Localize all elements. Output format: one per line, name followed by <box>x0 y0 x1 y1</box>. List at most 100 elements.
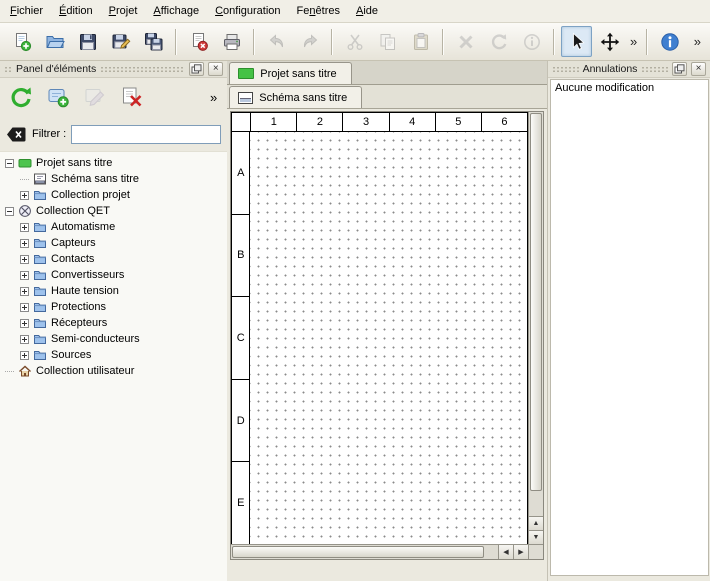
selection-mode-button[interactable] <box>561 26 592 57</box>
conductor-info-button <box>516 26 547 57</box>
expander-plus[interactable] <box>20 271 29 280</box>
toolbar-separator <box>442 29 444 55</box>
tree-item-protections[interactable]: Protections <box>0 299 227 315</box>
diagram-tabbar: Schéma sans titre <box>227 85 547 109</box>
close-panel-button[interactable]: × <box>208 62 223 76</box>
expander-plus[interactable] <box>20 351 29 360</box>
tree-item-convertisseurs[interactable]: Convertisseurs <box>0 267 227 283</box>
schematic-canvas[interactable] <box>250 132 528 544</box>
expander-plus[interactable] <box>20 255 29 264</box>
tab-schema-sans-titre[interactable]: Schéma sans titre <box>229 86 362 108</box>
tree-item-capteurs[interactable]: Capteurs <box>0 235 227 251</box>
open-project-button[interactable] <box>39 26 70 57</box>
horizontal-scroll-track[interactable] <box>232 546 497 558</box>
save-as-button[interactable] <box>105 26 136 57</box>
expander-minus[interactable] <box>5 159 14 168</box>
filter-row: Filtrer : <box>0 122 227 146</box>
ruler-column-5: 5 <box>435 113 481 131</box>
tree-item-label: Collection QET <box>36 205 110 217</box>
menu-configuration[interactable]: Configuration <box>207 0 288 22</box>
delete-element-button[interactable] <box>118 84 145 111</box>
vertical-scrollbar-thumb[interactable] <box>530 113 542 491</box>
info-blue-icon <box>660 32 680 52</box>
menu-edition[interactable]: Édition <box>51 0 101 22</box>
diagram-view[interactable]: 123456 ▲ ▼ ABCDE ◀ ▶ <box>230 111 544 560</box>
clear-filter-button[interactable] <box>6 126 27 143</box>
tree-item-label: Protections <box>51 301 106 313</box>
folder-icon <box>33 316 47 330</box>
close-file-button[interactable] <box>183 26 214 57</box>
expander-plus[interactable] <box>20 287 29 296</box>
close-undo-panel-button[interactable]: × <box>691 62 706 76</box>
main-toolbar: »» <box>0 23 710 61</box>
expander-plus[interactable] <box>20 319 29 328</box>
copy-icon <box>378 32 398 52</box>
top-ruler: 123456 <box>250 112 528 132</box>
expander-plus[interactable] <box>20 239 29 248</box>
tree-item-collection-qet[interactable]: Collection QET <box>0 203 227 219</box>
ruler-row-e: E <box>232 462 250 544</box>
menu-affichage[interactable]: Affichage <box>145 0 207 22</box>
float-undo-panel-button[interactable] <box>672 62 687 76</box>
scroll-up-button[interactable]: ▲ <box>529 516 543 530</box>
scroll-down-button[interactable]: ▼ <box>529 530 543 544</box>
vertical-scroll-track[interactable] <box>530 113 542 515</box>
scroll-left-button[interactable]: ◀ <box>498 545 513 559</box>
tree-item-projet-sans-titre[interactable]: Projet sans titre <box>0 155 227 171</box>
float-panel-button[interactable] <box>189 62 204 76</box>
scroll-right-button[interactable]: ▶ <box>513 545 528 559</box>
new-element-button[interactable] <box>44 84 71 111</box>
menu-projet[interactable]: Projet <box>101 0 146 22</box>
undo-panel-titlebar[interactable]: Annulations × <box>548 61 710 78</box>
save-all-button[interactable] <box>138 26 169 57</box>
redo-icon <box>300 32 320 52</box>
printer-icon <box>222 32 242 52</box>
tree-item-semi-conducteurs[interactable]: Semi-conducteurs <box>0 331 227 347</box>
horizontal-scrollbar-thumb[interactable] <box>232 546 484 558</box>
modes-overflow-button[interactable]: » <box>626 34 641 49</box>
folder-icon <box>33 348 47 362</box>
folder-icon <box>33 284 47 298</box>
tree-item-schema-sans-titre[interactable]: Schéma sans titre <box>0 171 227 187</box>
menu-aide[interactable]: Aide <box>348 0 386 22</box>
elements-panel-title: Panel d'éléments <box>16 63 96 75</box>
tree-item-collection-utilisateur[interactable]: Collection utilisateur <box>0 363 227 379</box>
dock-handle-texture <box>552 66 579 73</box>
expander-plus[interactable] <box>20 191 29 200</box>
project-tabbar: Projet sans titre <box>227 61 547 85</box>
tree-item-recepteurs[interactable]: Récepteurs <box>0 315 227 331</box>
element-new-icon <box>46 85 70 109</box>
tab-projet-sans-titre[interactable]: Projet sans titre <box>229 62 351 84</box>
visualisation-mode-button[interactable] <box>594 26 625 57</box>
tree-item-label: Collection projet <box>51 189 130 201</box>
expander-plus[interactable] <box>20 223 29 232</box>
toolbar-extension-button[interactable]: » <box>690 34 705 49</box>
expander-plus[interactable] <box>20 303 29 312</box>
print-button[interactable] <box>216 26 247 57</box>
tree-item-contacts[interactable]: Contacts <box>0 251 227 267</box>
menu-fichier[interactable]: Fichier <box>2 0 51 22</box>
toolbar-separator <box>646 29 648 55</box>
save-button[interactable] <box>72 26 103 57</box>
tree-item-haute-tension[interactable]: Haute tension <box>0 283 227 299</box>
folder-icon <box>33 268 47 282</box>
element-edit-icon <box>83 85 107 109</box>
about-qet-button[interactable] <box>654 26 685 57</box>
tree-item-sources[interactable]: Sources <box>0 347 227 363</box>
vertical-scrollbar[interactable]: ▲ ▼ <box>528 112 543 544</box>
elements-toolbar-overflow-button[interactable]: » <box>210 90 220 105</box>
tree-item-collection-projet[interactable]: Collection projet <box>0 187 227 203</box>
expander-plus[interactable] <box>20 335 29 344</box>
filter-input[interactable] <box>71 125 221 144</box>
horizontal-scrollbar[interactable]: ◀ ▶ <box>231 544 528 559</box>
reload-collections-button[interactable] <box>7 84 34 111</box>
doc-new-icon <box>12 32 32 52</box>
tree-item-label: Haute tension <box>51 285 119 297</box>
dock-handle-texture <box>4 66 12 73</box>
tree-item-label: Récepteurs <box>51 317 107 329</box>
expander-minus[interactable] <box>5 207 14 216</box>
tree-item-automatisme[interactable]: Automatisme <box>0 219 227 235</box>
menu-fenetres[interactable]: Fenêtres <box>289 0 348 22</box>
new-project-button[interactable] <box>6 26 37 57</box>
elements-panel-titlebar[interactable]: Panel d'éléments × <box>0 61 227 78</box>
